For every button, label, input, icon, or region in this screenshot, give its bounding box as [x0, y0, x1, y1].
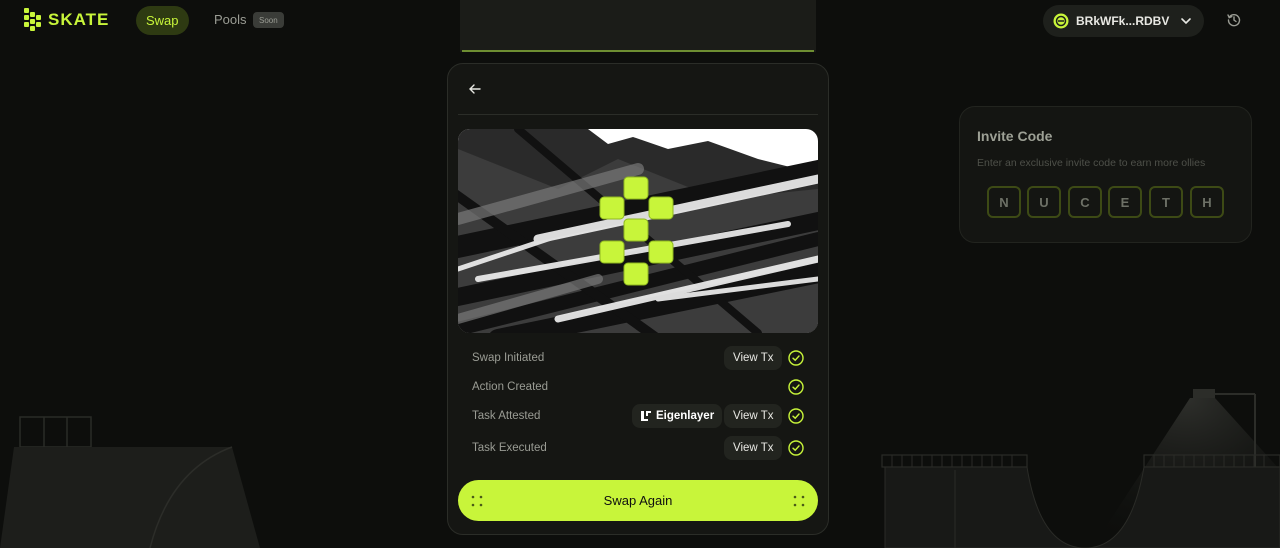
invite-code-digit[interactable]: C: [1068, 186, 1102, 218]
eigenlayer-logo-icon: [641, 411, 651, 421]
hero-illustration: [458, 129, 818, 333]
invite-code-panel: Invite Code Enter an exclusive invite co…: [959, 106, 1252, 243]
step-label: Action Created: [472, 381, 549, 393]
swap-status-card: Swap Initiated View Tx Action Created Ta…: [447, 63, 829, 535]
check-circle-icon: [788, 379, 804, 395]
invite-code-digit[interactable]: N: [987, 186, 1021, 218]
skate-logo-icon: [24, 8, 41, 31]
eigenlayer-badge[interactable]: Eigenlayer: [632, 404, 723, 428]
step-label: Task Attested: [472, 410, 541, 422]
wallet-address: BRkWFk...RDBV: [1076, 14, 1170, 28]
invite-code-digit[interactable]: E: [1108, 186, 1142, 218]
wallet-button[interactable]: BRkWFk...RDBV: [1043, 5, 1204, 37]
invite-code-digit[interactable]: U: [1027, 186, 1061, 218]
nav-swap-tab[interactable]: Swap: [136, 6, 189, 35]
step-label: Swap Initiated: [472, 352, 545, 364]
chevron-down-icon: [1181, 18, 1192, 25]
grip-dots-icon: [793, 495, 805, 507]
invite-subtitle: Enter an exclusive invite code to earn m…: [977, 157, 1206, 169]
grip-dots-icon: [471, 495, 483, 507]
check-circle-icon: [788, 350, 804, 366]
step-task-executed: Task Executed View Tx: [472, 436, 812, 460]
top-nav: SKATE Swap Pools Soon BRkWFk...RDBV: [0, 0, 1280, 40]
eigenlayer-label: Eigenlayer: [656, 410, 715, 422]
skate-logo[interactable]: SKATE: [22, 8, 109, 32]
swap-again-button[interactable]: Swap Again: [458, 480, 818, 521]
step-swap-initiated: Swap Initiated View Tx: [472, 346, 812, 370]
step-action-created: Action Created: [472, 375, 812, 399]
view-tx-button[interactable]: View Tx: [724, 436, 783, 460]
check-circle-icon: [788, 440, 804, 456]
check-circle-icon: [788, 408, 804, 424]
history-icon[interactable]: [1226, 12, 1242, 28]
soon-badge: Soon: [253, 12, 284, 28]
invite-code-digit[interactable]: T: [1149, 186, 1183, 218]
wallet-avatar-icon: [1053, 13, 1069, 29]
nav-pools-tab[interactable]: Pools: [214, 12, 247, 27]
invite-title: Invite Code: [977, 128, 1053, 144]
card-divider: [458, 114, 818, 115]
view-tx-button[interactable]: View Tx: [724, 346, 783, 370]
step-label: Task Executed: [472, 442, 547, 454]
brand-name: SKATE: [48, 10, 110, 29]
invite-code-digit[interactable]: H: [1190, 186, 1224, 218]
swap-again-label: Swap Again: [603, 493, 673, 508]
view-tx-button[interactable]: View Tx: [724, 404, 783, 428]
back-arrow-icon[interactable]: [466, 80, 484, 98]
step-task-attested: Task Attested Eigenlayer View Tx: [472, 404, 812, 428]
